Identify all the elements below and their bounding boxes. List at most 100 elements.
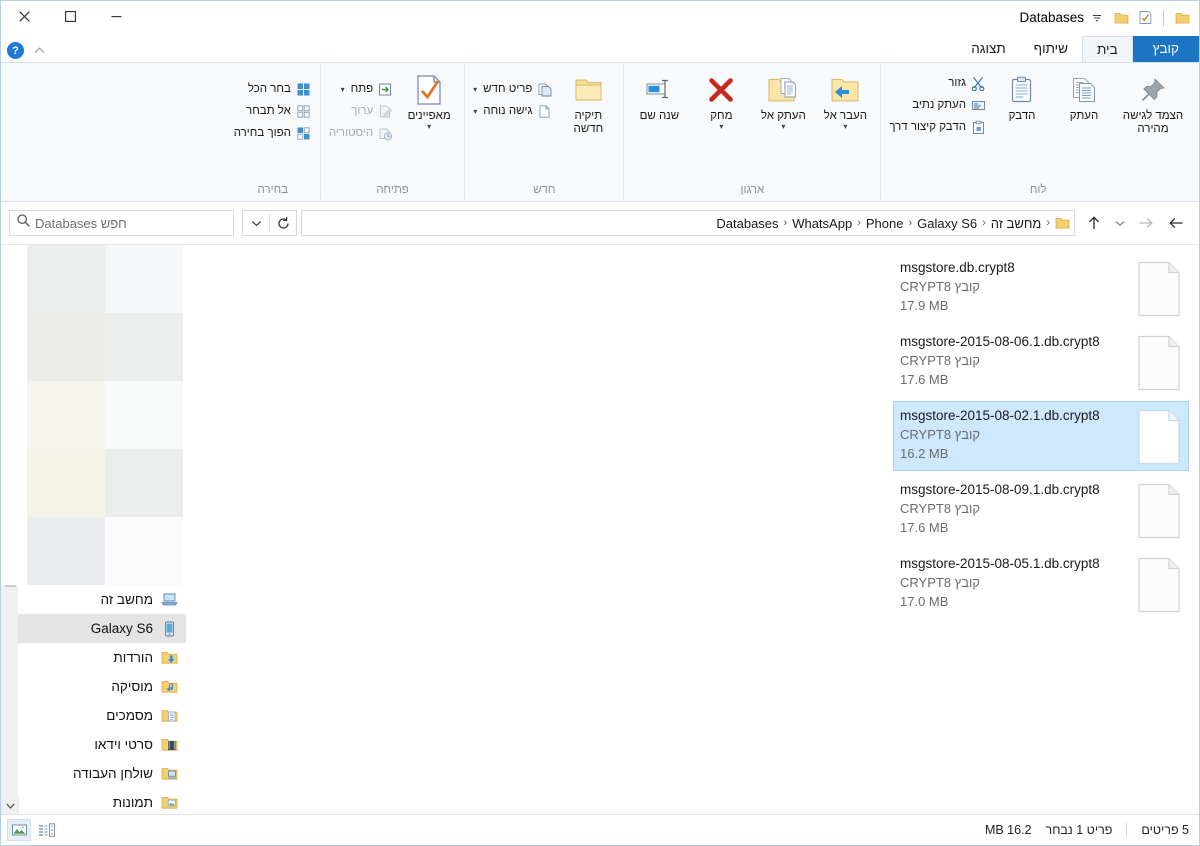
tab-file[interactable]: קובץ [1133, 36, 1199, 62]
new-item-caret-icon[interactable]: ▾ [473, 85, 477, 94]
pictures-folder-icon [160, 794, 178, 812]
nav-item-galaxy-s6[interactable]: Galaxy S6 [1, 614, 186, 643]
large-icons-view-button[interactable] [7, 819, 31, 841]
delete-button[interactable]: מחק ▾ [690, 70, 752, 130]
new-folder-qat-icon[interactable] [1110, 7, 1132, 29]
nav-item-label: תמונות [113, 795, 153, 810]
nav-item-computer[interactable]: מחשב זה [1, 585, 186, 614]
copy-to-button[interactable]: העתק אל ▾ [752, 70, 814, 130]
nav-item-pictures[interactable]: תמונות [1, 788, 186, 814]
open-caret-icon[interactable]: ▾ [341, 85, 345, 94]
ribbon-group-label-select: בחירה [230, 184, 316, 201]
up-button[interactable] [1079, 209, 1109, 237]
refresh-button[interactable] [270, 211, 296, 235]
breadcrumb-item-whatsapp[interactable]: WhatsApp [788, 215, 856, 232]
properties-qat-icon[interactable] [1134, 7, 1156, 29]
easy-access-label: גישה נוחה [483, 105, 532, 117]
ribbon-tab-bar: קובץ בית שיתוף תצוגה ? [1, 34, 1199, 62]
help-icon[interactable]: ? [7, 42, 24, 59]
navigation-pane[interactable]: מחשב זה Galaxy S6 [1, 245, 186, 814]
maximize-button[interactable] [47, 1, 93, 31]
copy-label: העתק [1070, 110, 1098, 123]
invert-selection-icon [295, 125, 312, 142]
tab-view[interactable]: תצוגה [957, 36, 1019, 62]
file-tile[interactable]: msgstore.db.crypt8 קובץ CRYPT8 17.9 MB [893, 253, 1189, 323]
tab-home[interactable]: בית [1082, 36, 1133, 62]
customize-qat-button[interactable] [1086, 7, 1108, 29]
back-button[interactable] [1161, 209, 1191, 237]
file-type: קובץ CRYPT8 [900, 351, 1134, 370]
scroll-down-arrow-icon[interactable] [2, 797, 19, 814]
ribbon-group-label-organize: ארגון [628, 184, 876, 201]
nav-item-music[interactable]: מוסיקה [1, 672, 186, 701]
nav-item-downloads[interactable]: הורדות [1, 643, 186, 672]
address-dropdown-button[interactable] [243, 211, 269, 235]
file-tile[interactable]: msgstore-2015-08-05.1.db.crypt8 קובץ CRY… [893, 549, 1189, 619]
file-list-pane[interactable]: msgstore.db.crypt8 קובץ CRYPT8 17.9 MB m… [186, 245, 1199, 814]
collapse-ribbon-icon[interactable] [30, 43, 48, 59]
computer-icon [160, 591, 178, 609]
easy-access-caret-icon[interactable]: ▾ [473, 107, 477, 116]
invert-selection-button[interactable]: הפוך בחירה [230, 122, 316, 144]
nav-item-desktop[interactable]: שולחן העבודה [1, 759, 186, 788]
paste-shortcut-button[interactable]: הדבק קיצור דרך [885, 116, 991, 138]
pin-icon [1138, 73, 1168, 107]
nav-item-videos[interactable]: סרטי וידאו [1, 730, 186, 759]
history-button[interactable]: היסטוריה [325, 122, 398, 144]
details-view-button[interactable] [35, 819, 59, 841]
open-button[interactable]: פתח ▾ [325, 78, 398, 100]
properties-icon [414, 73, 444, 107]
app-folder-icon[interactable] [1171, 7, 1193, 29]
breadcrumb-item-computer[interactable]: מחשב זה [987, 215, 1046, 232]
ribbon-group-select: בחר הכל אל תבחר [226, 63, 320, 201]
documents-folder-icon [160, 707, 178, 725]
copy-button[interactable]: העתק [1053, 70, 1115, 123]
selection-size-label: 16.2 MB [985, 823, 1032, 837]
new-item-button[interactable]: פריט חדש ▾ [469, 78, 557, 100]
cut-button[interactable]: גזור [885, 72, 991, 94]
breadcrumb-item-phone[interactable]: Phone [862, 215, 908, 232]
copy-to-caret-icon[interactable]: ▾ [781, 123, 785, 130]
tab-share[interactable]: שיתוף [1020, 36, 1082, 62]
nav-item-label: מוסיקה [111, 679, 153, 694]
window-controls [1, 1, 139, 34]
file-info: msgstore-2015-08-09.1.db.crypt8 קובץ CRY… [898, 480, 1134, 537]
select-none-button[interactable]: אל תבחר [230, 100, 316, 122]
paste-button[interactable]: הדבק [991, 70, 1053, 123]
minimize-button[interactable] [93, 1, 139, 31]
easy-access-button[interactable]: גישה נוחה ▾ [469, 100, 557, 122]
search-input[interactable]: חפש Databases [31, 216, 227, 231]
rename-button[interactable]: שנה שם [628, 70, 690, 123]
properties-caret-icon[interactable]: ▾ [427, 123, 431, 130]
cut-label: גזור [948, 77, 966, 89]
qat-separator [1163, 10, 1164, 26]
select-all-label: בחר הכל [248, 83, 291, 95]
recent-locations-button[interactable] [1109, 209, 1131, 237]
breadcrumb-item-galaxy-s6[interactable]: Galaxy S6 [913, 215, 981, 232]
breadcrumb-item-databases[interactable]: Databases [712, 215, 782, 232]
file-tile-selected[interactable]: msgstore-2015-08-02.1.db.crypt8 קובץ CRY… [893, 401, 1189, 471]
select-all-button[interactable]: בחר הכל [230, 78, 316, 100]
copy-path-button[interactable]: העתק נתיב [885, 94, 991, 116]
pin-to-quick-access-button[interactable]: הצמד לגישה מהירה [1115, 70, 1191, 136]
file-info: msgstore-2015-08-02.1.db.crypt8 קובץ CRY… [898, 406, 1134, 463]
file-tile[interactable]: msgstore-2015-08-09.1.db.crypt8 קובץ CRY… [893, 475, 1189, 545]
search-box[interactable]: חפש Databases [9, 210, 234, 236]
breadcrumb[interactable]: ‹ מחשב זה ‹ Galaxy S6 ‹ Phone ‹ WhatsApp… [301, 210, 1075, 236]
nav-item-documents[interactable]: מסמכים [1, 701, 186, 730]
new-folder-button[interactable]: תיקיה חדשה [557, 70, 619, 136]
move-to-button[interactable]: העבר אל ▾ [814, 70, 876, 130]
paste-icon [1007, 73, 1037, 107]
new-folder-label: תיקיה חדשה [559, 110, 617, 136]
forward-button[interactable] [1131, 209, 1161, 237]
close-button[interactable] [1, 1, 47, 31]
move-to-caret-icon[interactable]: ▾ [843, 123, 847, 130]
file-tile[interactable]: msgstore-2015-08-06.1.db.crypt8 קובץ CRY… [893, 327, 1189, 397]
edit-button[interactable]: ערוך [325, 100, 398, 122]
status-text-group: 5 פריטים פריט 1 נבחר 16.2 MB [985, 823, 1189, 837]
delete-caret-icon[interactable]: ▾ [719, 123, 723, 130]
title-bar: Databases [1, 1, 1199, 34]
properties-button[interactable]: מאפיינים ▾ [398, 70, 460, 130]
main-content: msgstore.db.crypt8 קובץ CRYPT8 17.9 MB m… [1, 244, 1199, 814]
nav-item-label: מסמכים [106, 708, 153, 723]
